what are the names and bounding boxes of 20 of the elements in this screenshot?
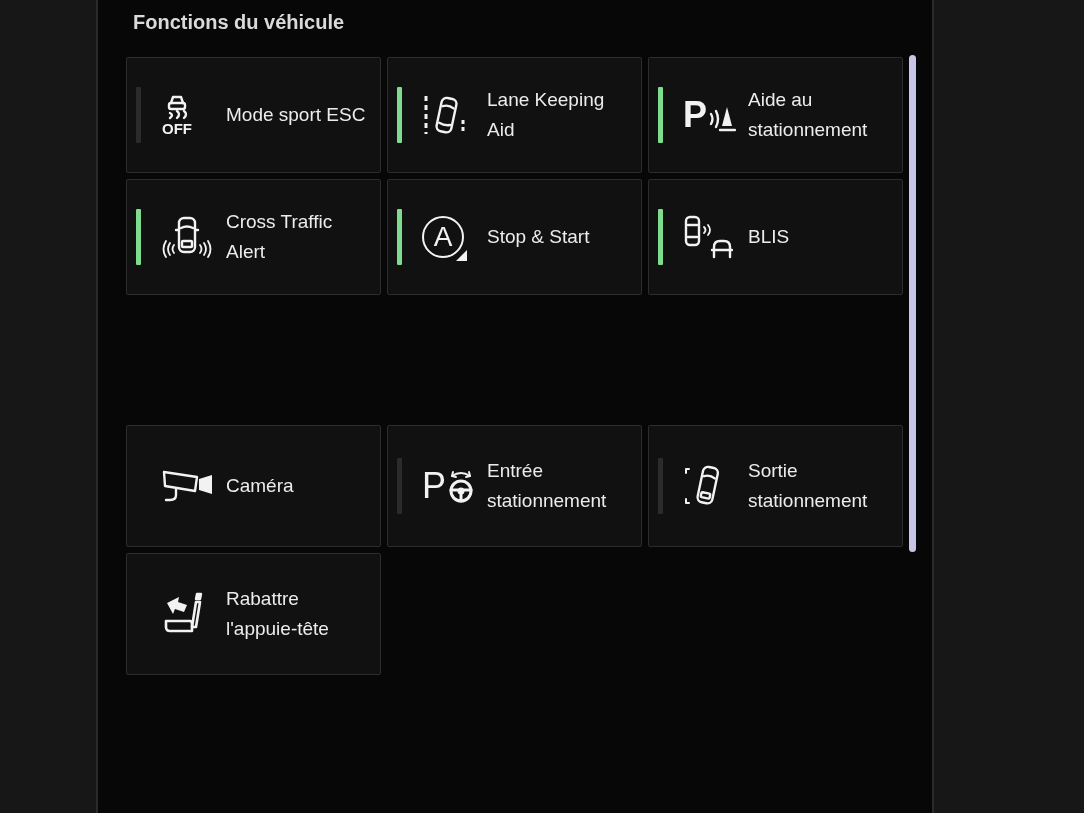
blind-spot-cars-icon (683, 215, 733, 259)
function-tile[interactable]: Rabattre l'appuie-tête (126, 553, 381, 675)
function-tile[interactable]: A Stop & Start (387, 179, 642, 295)
camera-icon (161, 468, 215, 504)
icon-caption: OFF (162, 121, 192, 136)
function-tile[interactable]: Sortie stationnement (648, 425, 903, 547)
car-sensor-waves-icon (161, 215, 213, 259)
lane-car-icon (422, 94, 466, 136)
section-title: Fonctions du véhicule (133, 10, 346, 35)
function-tile[interactable]: Cross Traffic Alert (126, 179, 381, 295)
steering-wheel-icon (447, 469, 475, 503)
function-tile[interactable]: Lane Keeping Aid (387, 57, 642, 173)
function-tile[interactable]: BLIS (648, 179, 903, 295)
icon-letter: P (422, 469, 446, 503)
function-tile[interactable]: Caméra (126, 425, 381, 547)
arrowhead-icon (455, 249, 468, 262)
function-tile[interactable]: OFF Mode sport ESC (126, 57, 381, 173)
function-tile[interactable]: P Aide au stationnement (648, 57, 903, 173)
function-tile[interactable]: P Entrée stationnement (387, 425, 642, 547)
icon-letter: P (683, 98, 707, 132)
